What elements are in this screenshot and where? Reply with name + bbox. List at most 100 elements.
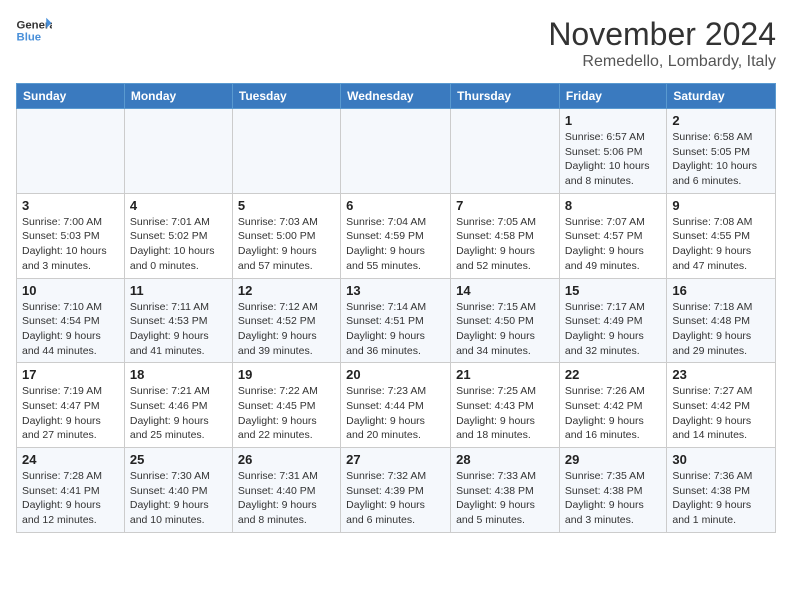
day-number: 24 (22, 452, 119, 467)
calendar-cell: 30 Sunrise: 7:36 AM Sunset: 4:38 PM Dayli… (667, 448, 776, 533)
weekday-header-sunday: Sunday (17, 84, 125, 109)
calendar-week-row: 3Sunrise: 7:00 AM Sunset: 5:03 PM Daylig… (17, 193, 776, 278)
calendar-cell: 29 Sunrise: 7:35 AM Sunset: 4:38 PM Dayli… (559, 448, 666, 533)
calendar-cell: 7 Sunrise: 7:05 AM Sunset: 4:58 PM Daylig… (451, 193, 560, 278)
day-info: Sunrise: 7:35 AM Sunset: 4:38 PM Dayligh… (565, 469, 661, 528)
calendar-cell (17, 109, 125, 194)
calendar-cell: 10 Sunrise: 7:10 AM Sunset: 4:54 PM Dayli… (17, 278, 125, 363)
weekday-header-wednesday: Wednesday (341, 84, 451, 109)
day-number: 19 (238, 367, 335, 382)
calendar-cell: 25Sunrise: 7:30 AM Sunset: 4:40 PM Dayli… (124, 448, 232, 533)
calendar-cell: 5Sunrise: 7:03 AM Sunset: 5:00 PM Daylig… (232, 193, 340, 278)
day-info: Sunrise: 7:08 AM Sunset: 4:55 PM Dayligh… (672, 215, 770, 274)
day-number: 16 (672, 283, 770, 298)
day-number: 1 (565, 113, 661, 128)
day-number: 10 (22, 283, 119, 298)
day-number: 30 (672, 452, 770, 467)
day-info: Sunrise: 7:22 AM Sunset: 4:45 PM Dayligh… (238, 384, 335, 443)
calendar-cell: 13 Sunrise: 7:14 AM Sunset: 4:51 PM Dayli… (341, 278, 451, 363)
calendar-cell: 12Sunrise: 7:12 AM Sunset: 4:52 PM Dayli… (232, 278, 340, 363)
day-info: Sunrise: 7:14 AM Sunset: 4:51 PM Dayligh… (346, 300, 445, 359)
svg-text:Blue: Blue (17, 32, 42, 44)
day-number: 21 (456, 367, 554, 382)
day-number: 14 (456, 283, 554, 298)
calendar-cell: 17 Sunrise: 7:19 AM Sunset: 4:47 PM Dayli… (17, 363, 125, 448)
calendar-cell: 3Sunrise: 7:00 AM Sunset: 5:03 PM Daylig… (17, 193, 125, 278)
day-number: 9 (672, 198, 770, 213)
calendar-cell: 4 Sunrise: 7:01 AM Sunset: 5:02 PM Daylig… (124, 193, 232, 278)
calendar-table: SundayMondayTuesdayWednesdayThursdayFrid… (16, 83, 776, 533)
day-number: 18 (130, 367, 227, 382)
day-number: 5 (238, 198, 335, 213)
calendar-cell: 1 Sunrise: 6:57 AM Sunset: 5:06 PM Daylig… (559, 109, 666, 194)
weekday-header-friday: Friday (559, 84, 666, 109)
day-info: Sunrise: 7:30 AM Sunset: 4:40 PM Dayligh… (130, 469, 227, 528)
day-number: 26 (238, 452, 335, 467)
day-number: 29 (565, 452, 661, 467)
day-info: Sunrise: 7:15 AM Sunset: 4:50 PM Dayligh… (456, 300, 554, 359)
calendar-cell: 8Sunrise: 7:07 AM Sunset: 4:57 PM Daylig… (559, 193, 666, 278)
calendar-cell (451, 109, 560, 194)
calendar-week-row: 10 Sunrise: 7:10 AM Sunset: 4:54 PM Dayli… (17, 278, 776, 363)
day-info: Sunrise: 7:12 AM Sunset: 4:52 PM Dayligh… (238, 300, 335, 359)
day-number: 28 (456, 452, 554, 467)
day-number: 15 (565, 283, 661, 298)
day-info: Sunrise: 7:33 AM Sunset: 4:38 PM Dayligh… (456, 469, 554, 528)
day-number: 2 (672, 113, 770, 128)
day-info: Sunrise: 7:32 AM Sunset: 4:39 PM Dayligh… (346, 469, 445, 528)
weekday-header-monday: Monday (124, 84, 232, 109)
calendar-cell: 23 Sunrise: 7:27 AM Sunset: 4:42 PM Dayli… (667, 363, 776, 448)
day-info: Sunrise: 7:10 AM Sunset: 4:54 PM Dayligh… (22, 300, 119, 359)
day-info: Sunrise: 7:04 AM Sunset: 4:59 PM Dayligh… (346, 215, 445, 274)
day-info: Sunrise: 7:36 AM Sunset: 4:38 PM Dayligh… (672, 469, 770, 528)
calendar-cell: 20Sunrise: 7:23 AM Sunset: 4:44 PM Dayli… (341, 363, 451, 448)
calendar-cell: 15Sunrise: 7:17 AM Sunset: 4:49 PM Dayli… (559, 278, 666, 363)
day-number: 3 (22, 198, 119, 213)
weekday-header-saturday: Saturday (667, 84, 776, 109)
calendar-cell: 11Sunrise: 7:11 AM Sunset: 4:53 PM Dayli… (124, 278, 232, 363)
day-number: 6 (346, 198, 445, 213)
calendar-cell: 16 Sunrise: 7:18 AM Sunset: 4:48 PM Dayli… (667, 278, 776, 363)
day-info: Sunrise: 7:01 AM Sunset: 5:02 PM Dayligh… (130, 215, 227, 274)
calendar-week-row: 17 Sunrise: 7:19 AM Sunset: 4:47 PM Dayli… (17, 363, 776, 448)
day-info: Sunrise: 6:57 AM Sunset: 5:06 PM Dayligh… (565, 130, 661, 189)
day-number: 27 (346, 452, 445, 467)
day-info: Sunrise: 7:28 AM Sunset: 4:41 PM Dayligh… (22, 469, 119, 528)
day-info: Sunrise: 6:58 AM Sunset: 5:05 PM Dayligh… (672, 130, 770, 189)
day-info: Sunrise: 7:31 AM Sunset: 4:40 PM Dayligh… (238, 469, 335, 528)
weekday-header-thursday: Thursday (451, 84, 560, 109)
day-info: Sunrise: 7:26 AM Sunset: 4:42 PM Dayligh… (565, 384, 661, 443)
calendar-cell: 21Sunrise: 7:25 AM Sunset: 4:43 PM Dayli… (451, 363, 560, 448)
day-number: 7 (456, 198, 554, 213)
day-number: 23 (672, 367, 770, 382)
calendar-cell (124, 109, 232, 194)
day-number: 17 (22, 367, 119, 382)
calendar-cell (232, 109, 340, 194)
calendar-cell: 26 Sunrise: 7:31 AM Sunset: 4:40 PM Dayli… (232, 448, 340, 533)
calendar-week-row: 1 Sunrise: 6:57 AM Sunset: 5:06 PM Daylig… (17, 109, 776, 194)
calendar-cell: 27 Sunrise: 7:32 AM Sunset: 4:39 PM Dayli… (341, 448, 451, 533)
calendar-cell: 28 Sunrise: 7:33 AM Sunset: 4:38 PM Dayli… (451, 448, 560, 533)
day-number: 11 (130, 283, 227, 298)
calendar-cell: 2 Sunrise: 6:58 AM Sunset: 5:05 PM Daylig… (667, 109, 776, 194)
day-info: Sunrise: 7:18 AM Sunset: 4:48 PM Dayligh… (672, 300, 770, 359)
month-title: November 2024 (548, 16, 776, 53)
calendar-cell: 24 Sunrise: 7:28 AM Sunset: 4:41 PM Dayli… (17, 448, 125, 533)
day-info: Sunrise: 7:21 AM Sunset: 4:46 PM Dayligh… (130, 384, 227, 443)
calendar-cell: 22 Sunrise: 7:26 AM Sunset: 4:42 PM Dayli… (559, 363, 666, 448)
day-info: Sunrise: 7:05 AM Sunset: 4:58 PM Dayligh… (456, 215, 554, 274)
calendar-cell: 18 Sunrise: 7:21 AM Sunset: 4:46 PM Dayli… (124, 363, 232, 448)
calendar-cell: 9 Sunrise: 7:08 AM Sunset: 4:55 PM Daylig… (667, 193, 776, 278)
title-area: November 2024 Remedello, Lombardy, Italy (548, 16, 776, 71)
day-number: 4 (130, 198, 227, 213)
day-info: Sunrise: 7:23 AM Sunset: 4:44 PM Dayligh… (346, 384, 445, 443)
day-number: 22 (565, 367, 661, 382)
calendar-cell: 14 Sunrise: 7:15 AM Sunset: 4:50 PM Dayli… (451, 278, 560, 363)
day-number: 13 (346, 283, 445, 298)
day-info: Sunrise: 7:27 AM Sunset: 4:42 PM Dayligh… (672, 384, 770, 443)
day-info: Sunrise: 7:19 AM Sunset: 4:47 PM Dayligh… (22, 384, 119, 443)
calendar-week-row: 24 Sunrise: 7:28 AM Sunset: 4:41 PM Dayli… (17, 448, 776, 533)
day-info: Sunrise: 7:07 AM Sunset: 4:57 PM Dayligh… (565, 215, 661, 274)
logo-icon: General Blue (16, 16, 52, 44)
calendar-cell (341, 109, 451, 194)
